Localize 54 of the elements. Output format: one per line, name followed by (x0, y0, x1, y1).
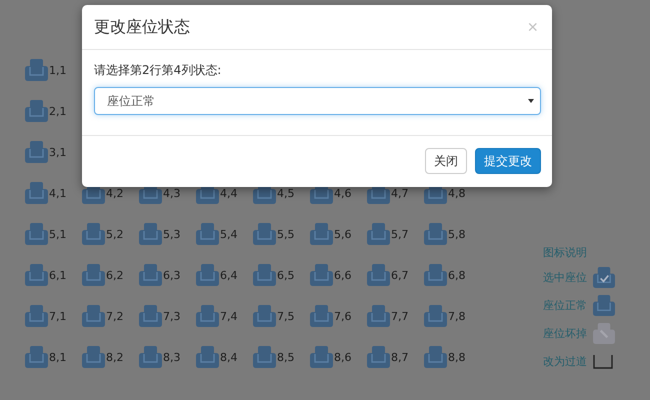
seat-label: 8,8 (448, 350, 466, 364)
seat-label: 6,4 (220, 268, 238, 282)
seat-label: 4,6 (334, 186, 352, 200)
seat-label: 6,6 (334, 268, 352, 282)
seat-label: 6,1 (49, 268, 66, 282)
seat-label: 6,3 (163, 268, 180, 282)
seat-label: 8,6 (334, 350, 352, 364)
prompt-text: 请选择第2行第4列状态: (94, 62, 222, 79)
submit-button[interactable]: 提交更改 (475, 148, 541, 174)
seat-label: 5,8 (448, 228, 466, 240)
seat-label: 7,7 (391, 310, 408, 322)
seat-label: 4,4 (220, 186, 238, 200)
seat-label: 8,5 (277, 350, 294, 364)
seat-label: 7,8 (448, 310, 466, 322)
dropdown-caret-icon (528, 99, 534, 103)
status-select[interactable]: 座位正常 (94, 87, 541, 115)
seat-label: 5,6 (334, 228, 352, 240)
legend-label: 座位正常 (543, 298, 587, 313)
seat-label: 4,1 (49, 186, 66, 200)
seat-label: 8,2 (106, 350, 124, 364)
seat-label: 2,1 (49, 104, 66, 118)
seat-label: 5,2 (106, 228, 124, 240)
seat-label: 6,7 (391, 268, 408, 282)
seat-label: 6,5 (277, 268, 294, 282)
seat-label: 7,3 (163, 310, 180, 322)
seat-label: 8,3 (163, 350, 180, 364)
seat-label: 7,5 (277, 310, 294, 322)
close-dialog-button[interactable]: 关闭 (425, 148, 467, 174)
seat-label: 6,8 (448, 268, 466, 282)
seat-label: 5,4 (220, 228, 238, 240)
seat-label: 4,8 (448, 186, 466, 200)
seat-label: 7,1 (49, 310, 66, 322)
seat-label: 7,2 (106, 310, 124, 322)
seat-label: 5,5 (277, 228, 294, 240)
modal-title: 更改座位状态 (94, 16, 190, 38)
seat-label: 5,3 (163, 228, 180, 240)
legend-label: 改为过道 (543, 354, 587, 369)
seat-label: 8,7 (391, 350, 408, 364)
seat-label: 5,1 (49, 228, 66, 240)
seat-label: 3,1 (49, 146, 66, 158)
legend-label: 选中座位 (543, 270, 587, 285)
legend-title: 图标说明 (543, 245, 588, 260)
seat-label: 6,2 (106, 268, 124, 282)
seat-label: 1,1 (49, 64, 66, 76)
seat-label: 4,2 (106, 186, 124, 200)
seat-label: 4,5 (277, 186, 294, 200)
seat-label: 4,7 (391, 186, 408, 200)
seat-label: 7,4 (220, 310, 238, 322)
seat-label: 8,4 (220, 350, 238, 364)
legend-label: 座位坏掉 (543, 326, 587, 341)
seat-label: 8,1 (49, 350, 66, 364)
seat-label: 5,7 (391, 228, 408, 240)
seat-label: 7,6 (334, 310, 352, 322)
seat-label: 4,3 (163, 186, 180, 200)
